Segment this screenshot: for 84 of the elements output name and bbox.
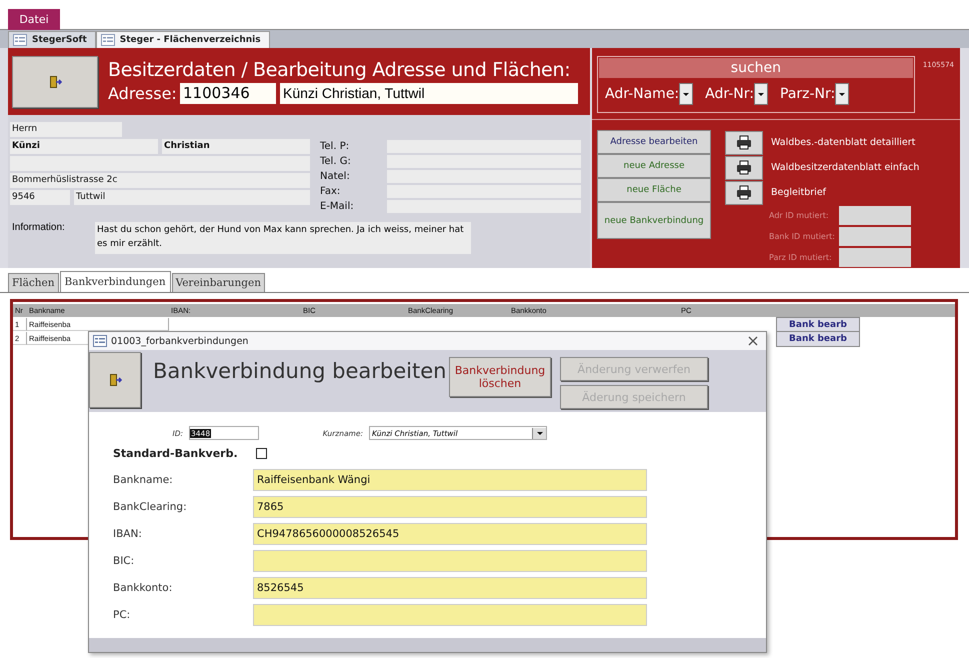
report-label: Begleitbrief [771,187,826,198]
field-label: Bankkonto: [113,582,174,594]
report-label: Waldbesitzerdatenblatt einfach [771,162,920,173]
first-name-field[interactable]: Christian [162,139,310,154]
contact-label: Natel: [320,170,351,182]
dropdown-arrow-icon [536,430,544,436]
contact-field[interactable] [387,140,581,152]
form-icon [13,34,27,46]
print-button[interactable] [725,156,763,180]
action-button[interactable]: neue Adresse [597,154,711,178]
subform-tab[interactable]: Vereinbarungen [172,273,266,292]
form-icon [93,335,107,347]
print-button[interactable] [725,130,763,154]
action-button[interactable]: neue Fläche [597,178,711,202]
document-tab[interactable]: Steger - Flächenverzeichnis [96,31,270,48]
mutation-label: Bank ID mutiert: [769,232,836,241]
mutation-field[interactable] [839,206,911,225]
address-name-field[interactable]: Künzi Christian, Tuttwil [280,83,578,104]
input-field[interactable]: Raiffeisenbank Wängi [253,469,647,491]
standard-label: Standard-Bankverb. [113,446,239,460]
action-button[interactable]: neue Bankverbindung [597,202,711,239]
contact-label: Tel. P: [320,140,350,152]
contact-label: Fax: [320,186,342,196]
form-title: Besitzerdaten / Bearbeitung Adresse und Flächen: [108,59,572,81]
street-field[interactable]: Bommerhüslistrasse 2c [10,173,310,188]
action-button[interactable]: Adresse bearbeiten [597,130,711,154]
exit-button[interactable] [12,56,98,108]
file-tab[interactable]: Datei [8,9,60,30]
printer-icon [736,185,752,200]
mutation-label: Parz ID mutiert: [769,253,833,262]
input-field[interactable]: 8526545 [253,577,647,599]
mutation-field[interactable] [839,248,911,267]
field-label: BIC: [113,555,136,567]
input-field[interactable] [253,604,647,626]
dropdown-arrow-icon [838,92,846,96]
dropdown-button[interactable] [679,83,694,105]
city-field[interactable]: Tuttwil [74,190,310,205]
dropdown-button[interactable] [835,83,850,105]
contact-field[interactable] [387,200,581,212]
print-button[interactable] [725,180,763,204]
address-label: Adresse: [108,84,176,103]
search-field-label: Parz-Nr: [780,86,836,102]
exit-door-icon [48,74,62,88]
mutation-field[interactable] [839,227,911,246]
dropdown-arrow-icon [682,92,690,96]
input-field[interactable] [253,550,647,572]
empty-field[interactable] [10,156,310,171]
exit-door-icon [108,373,122,387]
input-field[interactable]: CH9478656000008526545 [253,523,647,545]
search-field-label: Adr-Nr: [705,86,754,102]
contact-field[interactable] [387,184,581,198]
information-label: Information: [11,222,66,235]
subform-tab[interactable]: Bankverbindungen [60,271,171,292]
contact-field[interactable] [387,154,581,168]
search-field-label: Adr-Name: [605,86,680,102]
address-number-field[interactable]: 1100346 [180,83,276,104]
field-label: PC: [113,609,132,621]
document-tab[interactable]: StegerSoft [8,31,96,48]
report-label: Waldbes.-datenblatt detailliert [771,137,916,148]
field-label: BankClearing: [113,501,188,513]
field-label: IBAN: [113,528,143,540]
delete-button[interactable]: Bankverbindung löschen [449,357,551,397]
salutation-field[interactable]: Herrn [10,122,122,137]
close-icon[interactable] [748,336,758,346]
dropdown-arrow-icon [757,92,765,96]
last-name-field[interactable]: Künzi [10,139,158,154]
printer-icon [736,135,752,150]
subform-tab[interactable]: Flächen [8,273,59,292]
contact-label: E-Mail: [320,200,355,212]
contact-label: Tel. G: [320,156,352,166]
standard-checkbox[interactable] [256,448,267,458]
exit-button[interactable] [89,352,141,408]
input-field[interactable]: 7865 [253,496,647,518]
search-heading: suchen [599,58,913,78]
edit-bank-button[interactable]: Bank bearb [776,331,860,347]
dialog-heading: Bankverbindung bearbeiten [153,359,448,383]
information-field[interactable]: Hast du schon gehört, der Hund von Max kann sprechen. Ja ich weiss, meiner hat es mir erzählt. [95,222,471,254]
form-icon [100,34,115,46]
printer-icon [736,160,752,175]
contact-field[interactable] [387,170,581,182]
field-label: Bankname: [113,474,174,486]
dropdown-button[interactable] [754,83,768,105]
zip-field[interactable]: 9546 [10,190,70,205]
mutation-label: Adr ID mutiert: [769,211,830,220]
